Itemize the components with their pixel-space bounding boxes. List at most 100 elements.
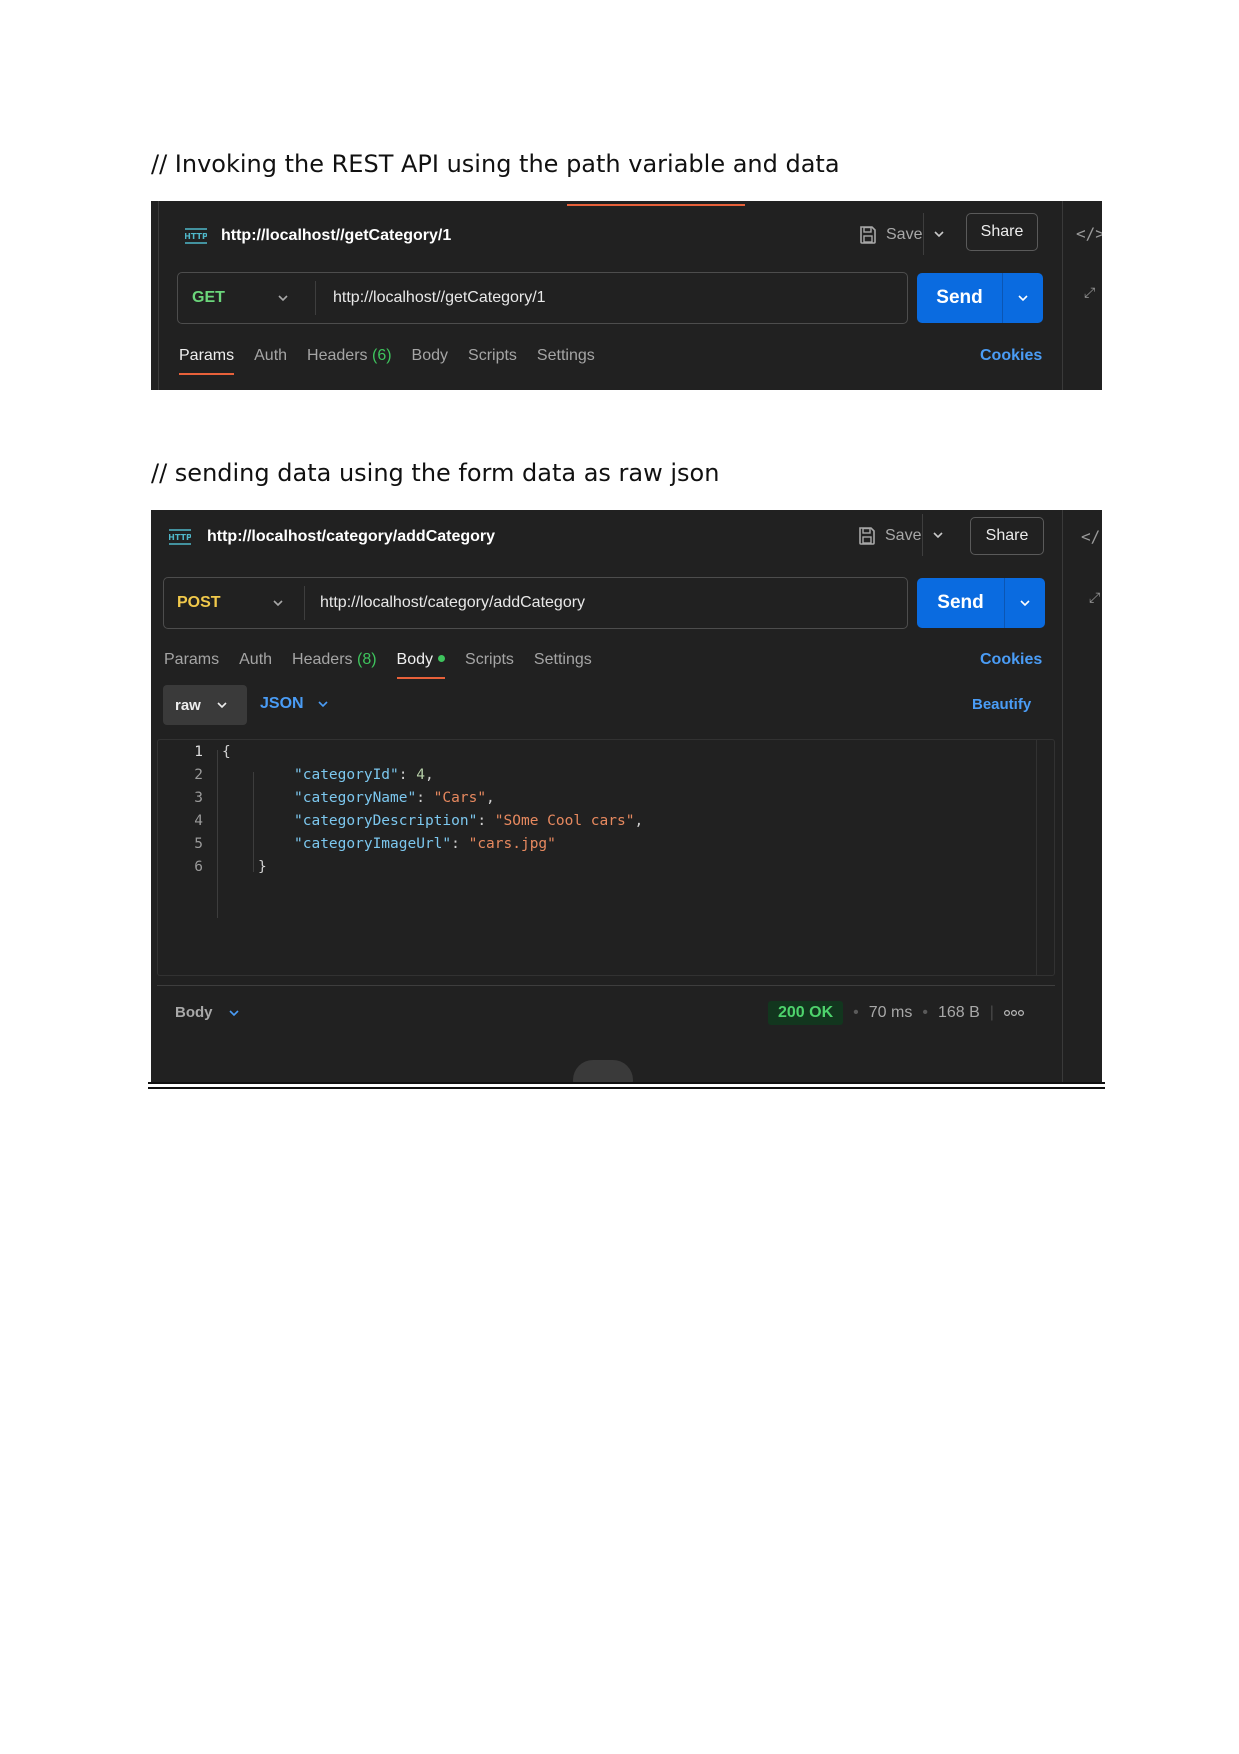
- panel-drag-handle[interactable]: [573, 1060, 633, 1082]
- tab-label: Body: [411, 347, 449, 364]
- tab-count-badge: (8): [356, 651, 377, 668]
- save-options-button[interactable]: [925, 522, 951, 548]
- tab-params[interactable]: Params: [164, 651, 219, 669]
- method-select[interactable]: GET: [192, 273, 290, 323]
- send-button[interactable]: Send: [917, 578, 1045, 628]
- url-input[interactable]: http://localhost/category/addCategory: [320, 578, 585, 628]
- request-tabs: Params Auth Headers (8) Body Scripts Settings: [164, 651, 612, 679]
- request-panel-get: HTTP http://localhost//getCategory/1 Sav…: [151, 201, 1102, 390]
- tab-body[interactable]: Body: [412, 347, 448, 365]
- floppy-disk-icon: [860, 226, 876, 244]
- request-url-bar: GET http://localhost//getCategory/1: [177, 272, 908, 324]
- line-number: 2: [194, 766, 203, 783]
- panel-left-edge: [158, 201, 159, 390]
- tab-label: Params: [164, 651, 220, 668]
- cookies-link[interactable]: Cookies: [980, 347, 1042, 365]
- divider: [157, 985, 1055, 986]
- send-options-button[interactable]: [1002, 273, 1043, 323]
- chevron-down-icon: [278, 295, 288, 302]
- code-token: ,: [424, 766, 434, 783]
- beautify-button[interactable]: Beautify: [972, 696, 1031, 713]
- save-label: Save: [886, 226, 923, 243]
- code-token: "categoryId": [294, 766, 399, 783]
- body-format-select[interactable]: JSON: [260, 695, 330, 713]
- floppy-disk-icon: [859, 527, 875, 545]
- tab-auth[interactable]: Auth: [254, 347, 287, 365]
- tab-body[interactable]: Body: [396, 651, 446, 679]
- code-token: :: [398, 766, 417, 783]
- tab-auth[interactable]: Auth: [239, 651, 272, 669]
- expand-arrows-icon[interactable]: ⤢: [1084, 285, 1095, 301]
- code-token: "Cars": [433, 789, 487, 806]
- tab-label: Body: [396, 651, 434, 668]
- tab-params[interactable]: Params: [179, 347, 235, 375]
- body-mode-select[interactable]: raw: [163, 685, 247, 725]
- url-input[interactable]: http://localhost//getCategory/1: [333, 273, 546, 323]
- tab-label: Settings: [536, 347, 595, 364]
- divider: [923, 213, 924, 255]
- line-number: 4: [194, 812, 203, 829]
- chevron-down-icon: [1018, 295, 1028, 302]
- code-token: }: [258, 858, 267, 875]
- status-badge: 200 OK: [768, 1001, 844, 1025]
- body-code-editor[interactable]: 1 {2 "categoryId": 4, 3 "categoryName": "Car…: [157, 739, 1055, 976]
- chevron-down-icon: [318, 701, 328, 708]
- response-time: 70 ms: [868, 1004, 913, 1021]
- request-tabs: Params Auth Headers (6) Body Scripts Settings: [179, 347, 615, 375]
- caption-get-request: // Invoking the REST API using the path …: [151, 150, 840, 178]
- body-format-label: JSON: [260, 695, 304, 712]
- response-meta: 200 OK • 70 ms • 168 B |: [768, 1001, 1024, 1025]
- response-body-select[interactable]: Body: [175, 1004, 241, 1021]
- request-url-bar: POST http://localhost/category/addCatego…: [163, 577, 908, 629]
- editor-scrollbar[interactable]: [1036, 740, 1037, 975]
- indent-guide: [253, 772, 254, 872]
- http-request-icon: HTTP: [185, 228, 207, 244]
- line-number: 6: [194, 858, 203, 875]
- more-options-icon[interactable]: [1003, 1009, 1024, 1017]
- tab-label: Auth: [239, 651, 273, 668]
- cookies-link[interactable]: Cookies: [980, 651, 1042, 669]
- svg-text:HTTP: HTTP: [169, 533, 191, 542]
- send-options-button[interactable]: [1004, 578, 1045, 628]
- expand-arrows-icon[interactable]: ⤢: [1089, 590, 1100, 606]
- send-label: Send: [937, 592, 984, 613]
- separator-dot: •: [853, 1004, 859, 1021]
- code-token: "cars.jpg": [468, 835, 556, 852]
- tab-headers[interactable]: Headers (6): [307, 347, 392, 365]
- chevron-down-icon: [934, 231, 944, 238]
- code-icon[interactable]: </>: [1076, 224, 1102, 243]
- chevron-down-icon: [1020, 600, 1030, 607]
- line-number: 1: [194, 743, 203, 760]
- tab-scripts[interactable]: Scripts: [465, 651, 514, 669]
- method-select[interactable]: POST: [177, 578, 285, 628]
- share-button[interactable]: Share: [966, 213, 1038, 251]
- code-token: {: [222, 743, 231, 760]
- tab-scripts[interactable]: Scripts: [468, 347, 517, 365]
- tab-count-badge: (6): [371, 347, 392, 364]
- code-token: ,: [486, 789, 495, 806]
- response-size: 168 B: [937, 1004, 980, 1021]
- tab-label: Scripts: [465, 651, 514, 668]
- code-token: :: [451, 835, 469, 852]
- share-button[interactable]: Share: [970, 517, 1044, 555]
- panel-right-divider: [1062, 201, 1063, 390]
- save-button[interactable]: Save: [857, 526, 921, 546]
- method-label: POST: [177, 594, 221, 611]
- body-mode-label: raw: [175, 696, 201, 714]
- line-number: 5: [194, 835, 203, 852]
- tab-settings[interactable]: Settings: [534, 651, 592, 669]
- divider: [304, 586, 305, 620]
- send-label: Send: [936, 287, 983, 308]
- page-rule: [148, 1082, 1105, 1084]
- send-button[interactable]: Send: [917, 273, 1043, 323]
- code-token: :: [477, 812, 495, 829]
- save-button[interactable]: Save: [858, 225, 922, 245]
- request-panel-post: HTTP http://localhost/category/addCatego…: [151, 510, 1102, 1082]
- divider: [315, 281, 316, 315]
- tab-headers[interactable]: Headers (8): [292, 651, 377, 669]
- save-options-button[interactable]: [926, 221, 952, 247]
- tab-settings[interactable]: Settings: [537, 347, 595, 365]
- code-icon[interactable]: </: [1081, 527, 1100, 546]
- save-label: Save: [885, 527, 922, 544]
- code-token: 4: [416, 766, 425, 783]
